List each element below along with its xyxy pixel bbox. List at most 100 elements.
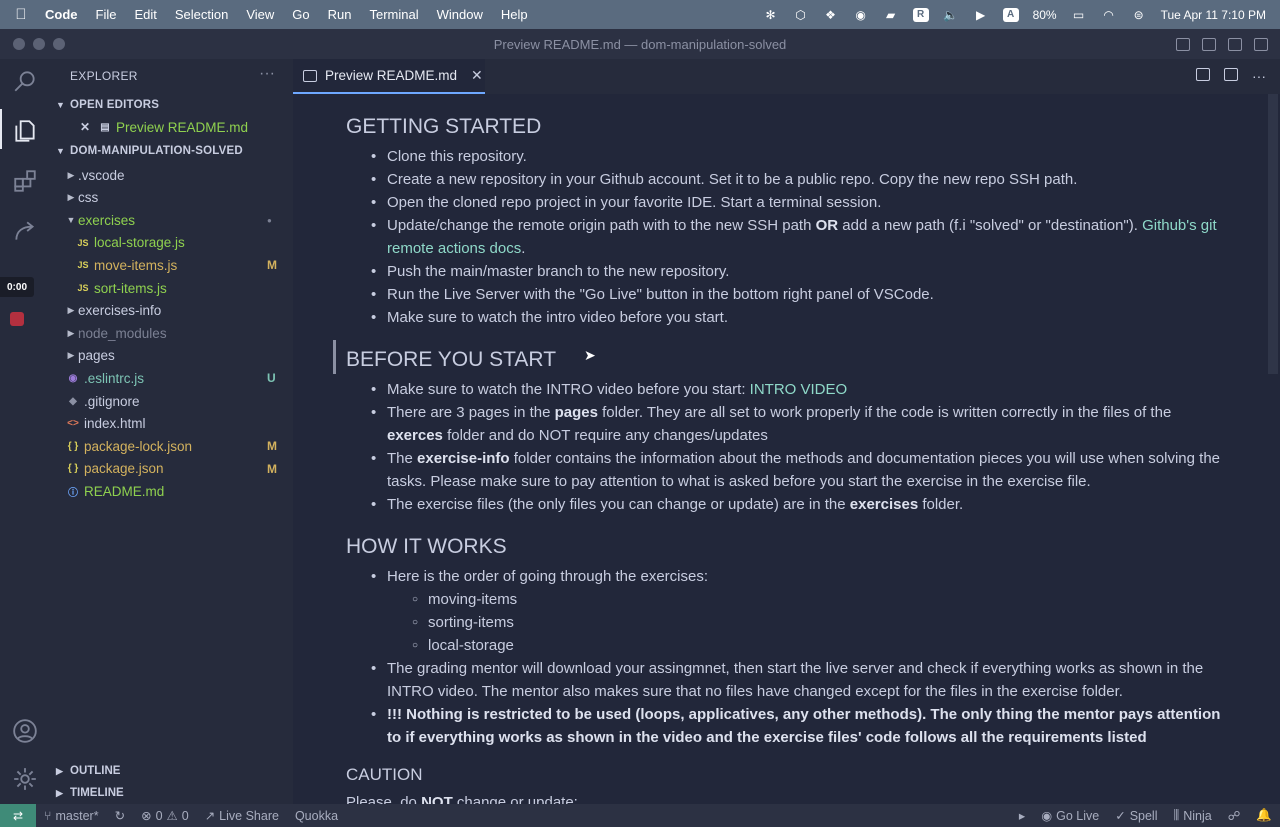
go-live-button[interactable]: ◉ Go Live bbox=[1033, 808, 1107, 824]
live-share-button[interactable]: ↗ Live Share bbox=[197, 808, 287, 824]
tree-folder[interactable]: ▼ exercises ● bbox=[48, 209, 293, 231]
tree-item-label: local-storage.js bbox=[94, 235, 185, 251]
outline-header[interactable]: ▶ OUTLINE bbox=[56, 760, 120, 782]
remote-indicator-icon[interactable]: ⇄ bbox=[0, 804, 36, 827]
grammarly-tray-icon[interactable]: ◉ bbox=[853, 8, 869, 22]
apple-logo-icon[interactable]:  bbox=[0, 6, 42, 23]
menu-window[interactable]: Window bbox=[428, 7, 492, 22]
timeline-header[interactable]: ▶ TIMELINE bbox=[56, 782, 124, 804]
open-editors-header[interactable]: ▼ OPEN EDITORS bbox=[56, 95, 159, 115]
open-editors-label: OPEN EDITORS bbox=[70, 99, 160, 111]
menu-go[interactable]: Go bbox=[283, 7, 318, 22]
menu-terminal[interactable]: Terminal bbox=[361, 7, 428, 22]
menu-help[interactable]: Help bbox=[492, 7, 537, 22]
zoom-window-button[interactable] bbox=[53, 38, 65, 50]
preview-scrollbar[interactable] bbox=[1268, 94, 1278, 374]
customize-layout-icon[interactable] bbox=[1254, 37, 1268, 51]
tree-folder[interactable]: ▶ pages bbox=[48, 345, 293, 367]
intro-video-link[interactable]: INTRO VIDEO bbox=[750, 381, 848, 398]
menu-run[interactable]: Run bbox=[319, 7, 361, 22]
terminal-toggle-button[interactable]: ▸ bbox=[1011, 808, 1033, 823]
quokka-button[interactable]: Quokka bbox=[287, 809, 346, 823]
tree-file[interactable]: ◉ .eslintrc.js U bbox=[48, 367, 293, 389]
toggle-secondary-sidebar-icon[interactable] bbox=[1228, 37, 1242, 51]
tree-item-label: exercises-info bbox=[78, 303, 162, 319]
toggle-sidebar-icon[interactable] bbox=[1176, 37, 1190, 51]
more-actions-icon[interactable]: ··· bbox=[1252, 68, 1266, 84]
spell-icon: ✓ bbox=[1115, 809, 1126, 823]
minimize-window-button[interactable] bbox=[33, 38, 45, 50]
manage-gear-icon[interactable] bbox=[12, 766, 38, 792]
open-editor-item[interactable]: ✕ ▤ Preview README.md bbox=[48, 116, 293, 138]
tree-folder[interactable]: ▶ node_modules bbox=[48, 322, 293, 344]
chevron-right-icon: ▶ bbox=[56, 787, 63, 798]
heading-how-it-works: HOW IT WORKS bbox=[346, 535, 507, 558]
cube-tray-icon[interactable]: ⬡ bbox=[793, 8, 809, 22]
tab-label: Preview README.md bbox=[325, 68, 458, 83]
list-item: Create a new repository in your Github a… bbox=[346, 168, 1226, 191]
menu-view[interactable]: View bbox=[237, 7, 283, 22]
list-item: Clone this repository. bbox=[346, 145, 1226, 168]
tree-file[interactable]: <> index.html bbox=[48, 413, 293, 435]
control-center-icon[interactable]: ⊜ bbox=[1131, 8, 1147, 22]
dropbox-tray-icon[interactable]: ❖ bbox=[823, 8, 839, 22]
spell-button[interactable]: ✓ Spell bbox=[1107, 808, 1165, 824]
account-icon[interactable] bbox=[12, 718, 38, 744]
menu-app-name[interactable]: Code bbox=[42, 7, 87, 22]
notifications-button[interactable]: 🔔 bbox=[1248, 808, 1280, 823]
play-tray-icon[interactable]: ▶ bbox=[973, 8, 989, 22]
problems-indicator[interactable]: ⊗ 0 ⚠ 0 bbox=[133, 808, 197, 824]
git-branch[interactable]: ⑂ master* bbox=[36, 809, 107, 823]
tree-file[interactable]: { } package.json M bbox=[48, 458, 293, 480]
menu-selection[interactable]: Selection bbox=[166, 7, 237, 22]
menu-file[interactable]: File bbox=[87, 7, 126, 22]
chevron-right-icon: ▶ bbox=[67, 350, 75, 361]
tree-file[interactable]: JS sort-items.js bbox=[48, 277, 293, 299]
chevron-down-icon: ▼ bbox=[56, 100, 66, 110]
tree-item-label: move-items.js bbox=[94, 257, 178, 273]
close-editor-icon[interactable]: ✕ bbox=[76, 120, 94, 134]
html-file-icon: <> bbox=[67, 418, 79, 430]
notification-tray-icon[interactable]: ▰ bbox=[883, 8, 899, 22]
markdown-preview[interactable]: GETTING STARTED Clone this repository. C… bbox=[293, 94, 1265, 804]
tree-file[interactable]: ◆ .gitignore bbox=[48, 390, 293, 412]
close-window-button[interactable] bbox=[13, 38, 25, 50]
menubar-clock[interactable]: Tue Apr 11 7:10 PM bbox=[1161, 8, 1266, 22]
battery-icon[interactable]: ▭ bbox=[1071, 8, 1087, 22]
close-tab-icon[interactable]: ✕ bbox=[471, 67, 483, 84]
tree-file[interactable]: ⓘ README.md bbox=[48, 480, 293, 502]
tree-folder[interactable]: ▶ .vscode bbox=[48, 164, 293, 186]
extensions-icon[interactable] bbox=[12, 168, 38, 194]
ninja-button[interactable]: ⫼ Ninja bbox=[1165, 808, 1219, 823]
text: add a new path (f.i "solved" or "destina… bbox=[838, 217, 1143, 234]
input-source-icon[interactable]: A bbox=[1002, 7, 1019, 22]
text: folder contains the information about th… bbox=[387, 450, 1220, 490]
split-editor-icon[interactable] bbox=[1224, 68, 1238, 81]
quokka-label: Quokka bbox=[294, 808, 339, 823]
tree-file[interactable]: { } package-lock.json M bbox=[48, 435, 293, 457]
volume-icon[interactable]: 🔈 bbox=[943, 8, 959, 22]
menu-edit[interactable]: Edit bbox=[125, 7, 165, 22]
gear-tray-icon[interactable]: ✻ bbox=[763, 8, 779, 22]
tree-item-label: exercises bbox=[78, 212, 136, 228]
tree-folder[interactable]: ▶ css bbox=[48, 187, 293, 209]
search-icon[interactable] bbox=[12, 68, 38, 94]
wifi-icon[interactable]: ◠ bbox=[1101, 8, 1117, 22]
project-header[interactable]: ▼ DOM-MANIPULATION-SOLVED bbox=[56, 141, 243, 161]
tree-file[interactable]: JS move-items.js M bbox=[48, 254, 293, 276]
window-titlebar: Preview README.md — dom-manipulation-sol… bbox=[0, 29, 1280, 59]
tree-file[interactable]: JS local-storage.js bbox=[48, 232, 293, 254]
source-control-icon[interactable] bbox=[12, 218, 38, 244]
toggle-panel-icon[interactable] bbox=[1202, 37, 1216, 51]
explorer-more-actions-icon[interactable]: ··· bbox=[259, 65, 275, 83]
sync-button[interactable]: ↻ bbox=[107, 808, 133, 823]
explorer-icon[interactable] bbox=[12, 118, 38, 144]
r-tray-icon[interactable]: R bbox=[912, 7, 929, 22]
tree-folder[interactable]: ▶ exercises-info bbox=[48, 300, 293, 322]
feedback-button[interactable]: ☍ bbox=[1220, 808, 1249, 823]
warning-count: 0 bbox=[181, 808, 189, 823]
tab-preview-readme[interactable]: Preview README.md ✕ bbox=[293, 59, 485, 94]
info-file-icon: ⓘ bbox=[68, 487, 78, 499]
open-source-icon[interactable] bbox=[1196, 68, 1210, 81]
stop-recording-icon[interactable] bbox=[10, 312, 24, 326]
